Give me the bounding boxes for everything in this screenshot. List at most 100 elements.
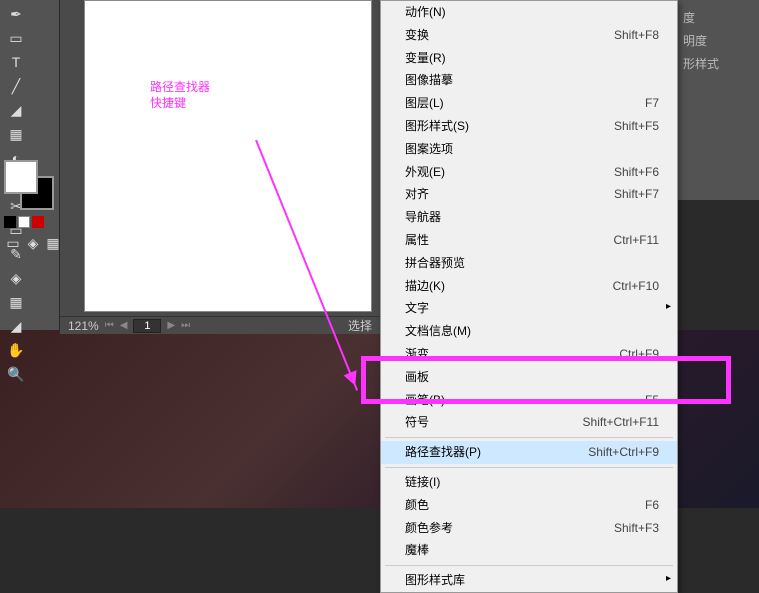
toolbox: ✒ ▭ T ╱ ◢ ▦ ◐ ▤ ✂ ▭ ✎ ◈ ▦ ◢ ✋ 🔍 ▭ ◈ ▦: [0, 0, 60, 330]
menu-item-label: 外观(E): [405, 164, 445, 181]
view-mode-icons: ▭ ◈ ▦: [4, 234, 62, 252]
menu-item-shortcut: F6: [645, 497, 659, 514]
nav-next-icon[interactable]: ▶: [167, 320, 175, 331]
screen-mode-icon-3[interactable]: ▦: [45, 235, 61, 251]
screen-mode-icon-2[interactable]: ◈: [25, 235, 41, 251]
color-swatches[interactable]: [4, 160, 54, 210]
mini-white[interactable]: [18, 216, 30, 228]
menu-item[interactable]: 图层(L) F7: [381, 92, 677, 115]
menu-item-label: 颜色参考: [405, 520, 453, 537]
menu-item-label: 文字: [405, 300, 429, 317]
menu-item-label: 画笔(B): [405, 392, 445, 409]
menu-item-label: 属性: [405, 232, 429, 249]
menu-item-label: 描边(K): [405, 278, 445, 295]
tool-grid[interactable]: ▦: [3, 123, 29, 145]
menu-item[interactable]: 链接(I): [381, 471, 677, 494]
menu-item[interactable]: 属性 Ctrl+F11: [381, 229, 677, 252]
menu-item-label: 图形样式(S): [405, 118, 469, 135]
menu-item[interactable]: 变量(R): [381, 47, 677, 70]
menu-item-shortcut: Ctrl+F11: [614, 232, 659, 249]
mini-swatches: [4, 216, 44, 228]
tool-shape[interactable]: ◢: [3, 99, 29, 121]
tool-slice[interactable]: ◢: [3, 315, 29, 337]
menu-item[interactable]: 文字: [381, 297, 677, 320]
menu-item[interactable]: 符号 Shift+Ctrl+F11: [381, 411, 677, 434]
tool-graph[interactable]: ▦: [3, 291, 29, 313]
page-input[interactable]: [133, 319, 161, 333]
nav-prev-icon[interactable]: ◀: [120, 320, 128, 331]
menu-separator: [385, 565, 673, 566]
menu-item-label: 变换: [405, 27, 429, 44]
menu-item-label: 文档信息(M): [405, 323, 471, 340]
tool-hand[interactable]: ✋: [3, 339, 29, 361]
tool-pen[interactable]: ✒: [3, 3, 29, 25]
fg-color[interactable]: [4, 160, 38, 194]
mini-black[interactable]: [4, 216, 16, 228]
panel-item[interactable]: 形样式: [681, 52, 755, 75]
menu-item[interactable]: 描边(K) Ctrl+F10: [381, 275, 677, 298]
annotation-text: 路径查找器 快捷键: [150, 80, 210, 111]
menu-item[interactable]: 图形样式库: [381, 569, 677, 592]
menu-item[interactable]: 颜色F6: [381, 494, 677, 517]
nav-first-icon[interactable]: ⏮: [105, 320, 114, 331]
tool-rect[interactable]: ▭: [3, 27, 29, 49]
menu-item[interactable]: 对齐Shift+F7: [381, 183, 677, 206]
menu-item[interactable]: 画板: [381, 366, 677, 389]
menu-item-label: 符号: [405, 414, 429, 431]
menu-item[interactable]: 文档信息(M): [381, 320, 677, 343]
menu-item-label: 图形样式库: [405, 572, 465, 589]
menu-item[interactable]: 画笔(B) F5: [381, 389, 677, 412]
menu-item-label: 魔棒: [405, 542, 429, 559]
menu-item[interactable]: 导航器: [381, 206, 677, 229]
menu-item-shortcut: Shift+F6: [614, 164, 659, 181]
menu-item-label: 导航器: [405, 209, 441, 226]
menu-item[interactable]: 变换 Shift+F8: [381, 24, 677, 47]
menu-item-label: 拼合器预览: [405, 255, 465, 272]
window-menu: 动作(N) 变换 Shift+F8 变量(R) 图像描摹图层(L) F7 图形样式(S) Sh…: [380, 0, 678, 593]
tool-type[interactable]: T: [3, 51, 29, 73]
tool-zoom[interactable]: 🔍: [3, 363, 29, 385]
menu-item-shortcut: Shift+F5: [614, 118, 659, 135]
menu-item-label: 渐变: [405, 346, 429, 363]
menu-item-shortcut: Ctrl+F9: [619, 346, 659, 363]
menu-item[interactable]: 动作(N): [381, 1, 677, 24]
menu-item[interactable]: 魔棒: [381, 539, 677, 562]
menu-item-label: 路径查找器(P): [405, 444, 481, 461]
zoom-level[interactable]: 121%: [68, 319, 99, 333]
tool-line[interactable]: ╱: [3, 75, 29, 97]
menu-item[interactable]: 图形样式(S) Shift+F5: [381, 115, 677, 138]
menu-item-label: 动作(N): [405, 4, 446, 21]
menu-item[interactable]: 路径查找器(P) Shift+Ctrl+F9: [381, 441, 677, 464]
menu-item-shortcut: F7: [645, 95, 659, 112]
menu-item-label: 图像描摹: [405, 72, 453, 89]
right-panel: 度 明度 形样式: [677, 0, 759, 200]
menu-item[interactable]: 拼合器预览: [381, 252, 677, 275]
menu-item[interactable]: 颜色参考 Shift+F3: [381, 517, 677, 540]
tool-symbol[interactable]: ◈: [3, 267, 29, 289]
panel-item[interactable]: 度: [681, 6, 755, 29]
status-text: 选择: [348, 317, 372, 334]
menu-separator: [385, 467, 673, 468]
menu-item-shortcut: Shift+F8: [614, 27, 659, 44]
menu-item[interactable]: 图像描摹: [381, 69, 677, 92]
menu-item-shortcut: F5: [645, 392, 659, 409]
nav-last-icon[interactable]: ⏭: [181, 320, 190, 331]
menu-item[interactable]: 渐变 Ctrl+F9: [381, 343, 677, 366]
menu-item-shortcut: Shift+F7: [614, 186, 659, 203]
canvas[interactable]: [84, 0, 372, 312]
menu-item-shortcut: Ctrl+F10: [613, 278, 659, 295]
menu-item[interactable]: 图案选项: [381, 138, 677, 161]
menu-item-label: 图层(L): [405, 95, 444, 112]
menu-item-shortcut: Shift+F3: [614, 520, 659, 537]
canvas-area: [60, 0, 380, 330]
menu-item-shortcut: Shift+Ctrl+F9: [588, 444, 659, 461]
menu-item[interactable]: 外观(E) Shift+F6: [381, 161, 677, 184]
menu-separator: [385, 437, 673, 438]
annotation-line1: 路径查找器: [150, 80, 210, 96]
menu-item-label: 画板: [405, 369, 429, 386]
annotation-line2: 快捷键: [150, 96, 210, 112]
mini-red[interactable]: [32, 216, 44, 228]
menu-item-shortcut: Shift+Ctrl+F11: [583, 414, 659, 431]
panel-item[interactable]: 明度: [681, 29, 755, 52]
screen-mode-icon[interactable]: ▭: [5, 235, 21, 251]
